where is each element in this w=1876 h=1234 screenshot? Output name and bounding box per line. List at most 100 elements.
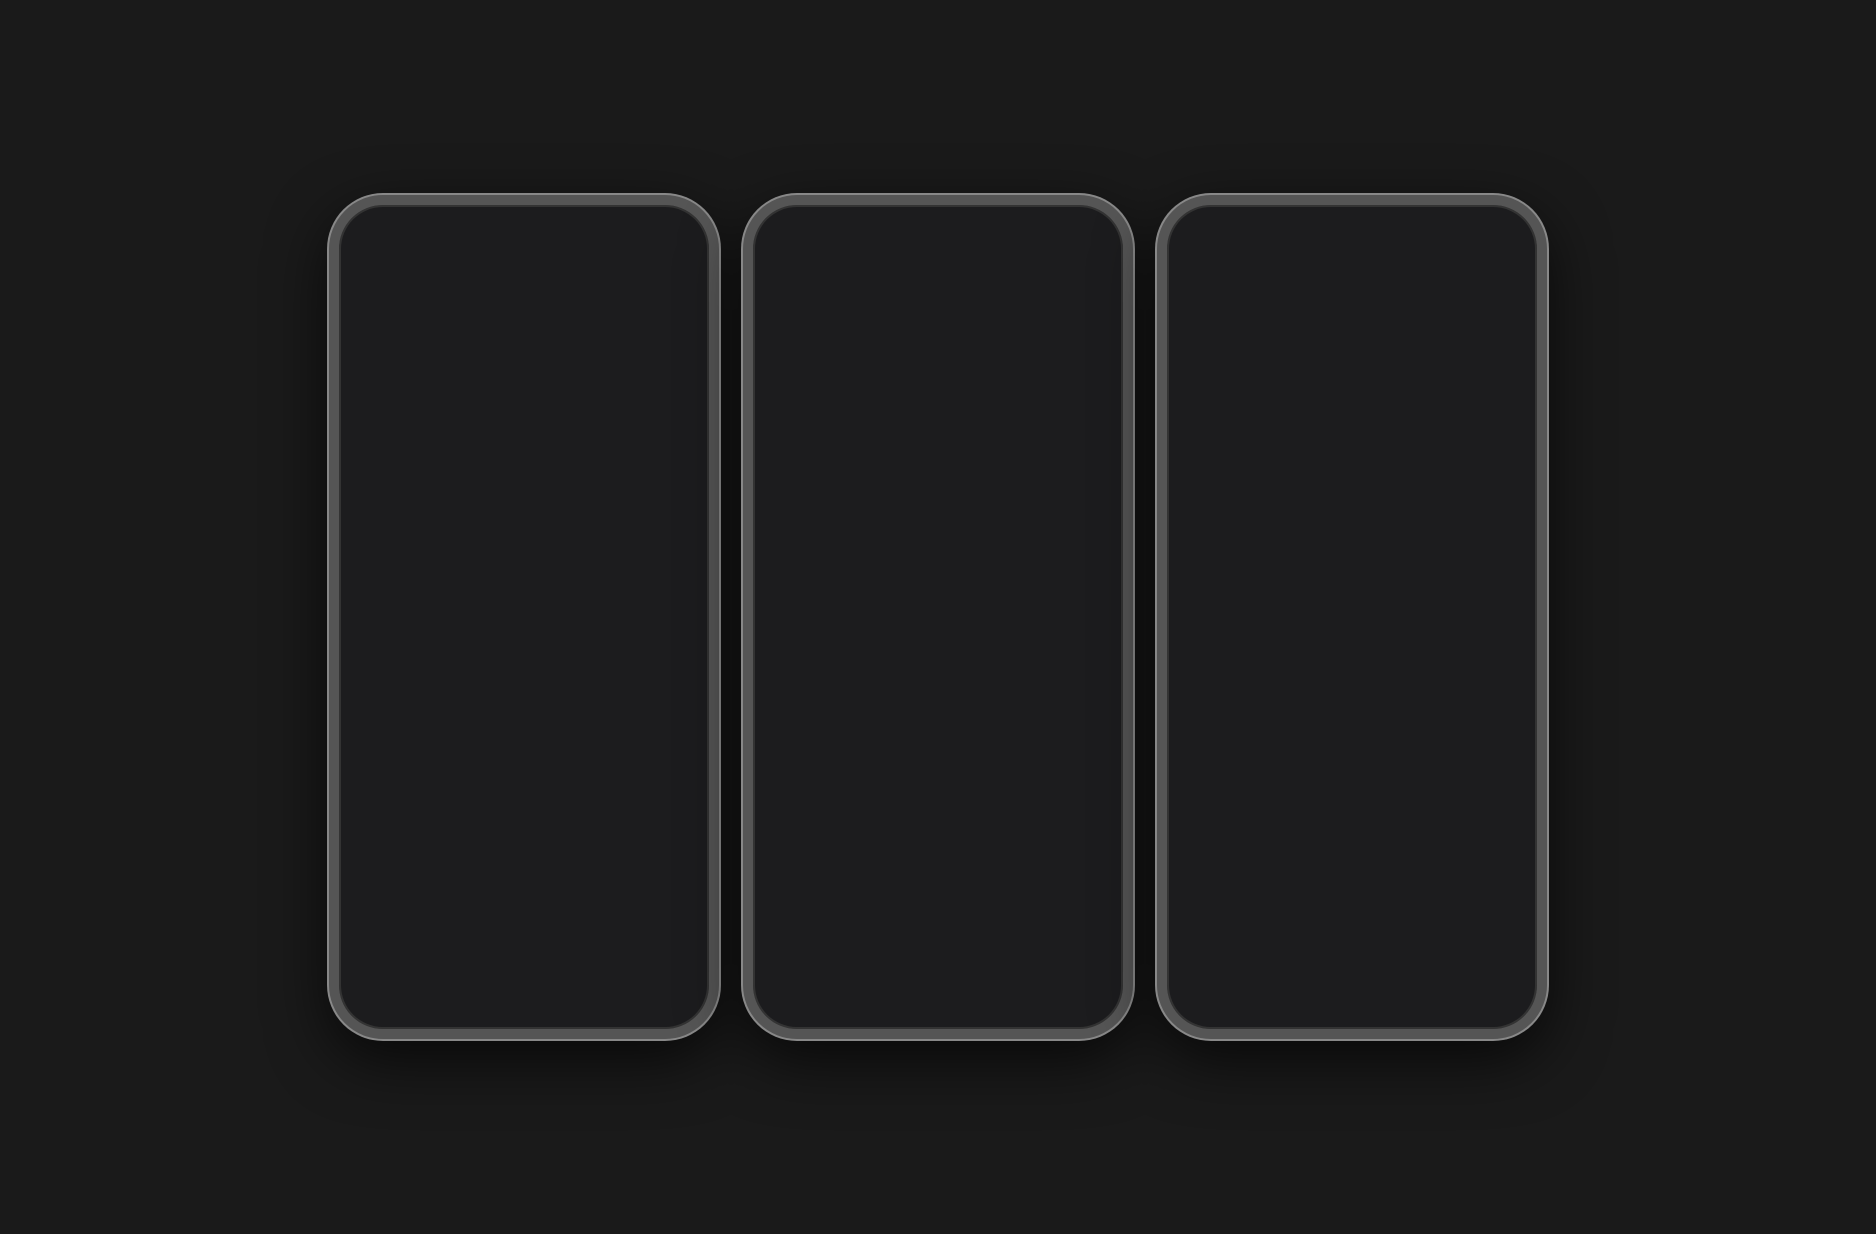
app-icon-youtube-2 — [862, 483, 926, 547]
music-widget[interactable]: 🎨 The New Abnormal The Strokes ♪ 🎤 ESSEN… — [769, 260, 1107, 424]
dot-inactive-1 — [528, 922, 535, 929]
app-icon-slack-1: # — [536, 483, 600, 547]
cal-app-date-2: 22 — [996, 790, 1029, 823]
weather-desc: Expect rain inthe next hour — [592, 301, 677, 333]
wifi-icon-2: WiFi — [1054, 227, 1079, 241]
app-item-camera-1[interactable]: 📷 Camera — [613, 475, 702, 571]
app-item-calendar-1[interactable]: Monday 22 Calendar — [436, 763, 525, 859]
phone-2-screen: 7:37 WiFi 🔋 🎨 The New Abnormal The Strok… — [753, 205, 1123, 1029]
app-item-photos-2[interactable]: Photos — [938, 571, 1027, 667]
app-item-translate-2[interactable]: 🌐 Translate — [938, 475, 1027, 571]
app-item-slack-1[interactable]: # Slack — [524, 475, 613, 571]
cal-app-date-3: 22 — [1468, 854, 1501, 887]
app-item-reminders-2[interactable]: Reminders — [1027, 667, 1116, 763]
reminder-dot-3 — [631, 618, 639, 626]
app-item-youtube-2[interactable]: YouTube — [850, 475, 939, 571]
app-item-translate-1[interactable]: 🌐 Translate — [347, 571, 436, 667]
app-item-music-widget-1[interactable]: 🎨 The New Abnormal The Strokes ♪ Music — [524, 667, 701, 763]
weather-widget[interactable]: ➤ 80° ☁️ Expect rain inthe next hour Int… — [355, 260, 693, 413]
app-item-photos-3[interactable]: Photos — [1352, 735, 1441, 831]
top-row-3: 📱 iPhone — [1183, 260, 1521, 438]
dock-mail-3[interactable]: ✉️ — [1280, 943, 1344, 1007]
app-icon-translate-3: 🌐 — [1382, 357, 1438, 413]
home-house-icon: 🏠 — [460, 688, 500, 726]
app-icon-slack-3: # — [1187, 743, 1251, 807]
dock-safari-2[interactable]: 🧭 — [946, 943, 1010, 1007]
app-icon-youtube-3 — [1456, 268, 1512, 324]
batteries-widget[interactable]: 📱 iPhone — [1183, 260, 1365, 438]
app-item-calendar-3[interactable]: Monday 22 Calendar — [1441, 831, 1530, 927]
battery-item-iphone: 📱 iPhone — [1197, 274, 1270, 345]
cal-app-month: Monday — [463, 775, 496, 786]
cal-day-1: 1 — [1375, 537, 1395, 557]
duo-art-inner: 👥 — [1005, 342, 1073, 410]
notch-1 — [449, 205, 599, 235]
app-item-maps-1[interactable]: 280 Maps — [347, 475, 436, 571]
app-item-translate-3[interactable]: 🌐 Translate — [1373, 349, 1447, 438]
page-dots-1 — [339, 922, 709, 929]
app-item-camera-2[interactable]: 📷 Camera — [850, 571, 939, 667]
dock-messages-1[interactable]: 💬 — [373, 943, 437, 1007]
app-icon-maps-3 — [1382, 268, 1438, 324]
app-item-settings-2[interactable]: ⚙️ Settings — [1027, 475, 1116, 571]
safari-compass-icon: 🧭 — [544, 956, 584, 994]
location-icon: ▲ — [623, 227, 635, 241]
app-item-notes-3[interactable]: Notes — [1175, 831, 1264, 927]
app-item-home-3[interactable]: 🏠 Home — [1441, 735, 1530, 831]
dock-messages-2[interactable]: 💬 — [787, 943, 851, 1007]
app-label-youtube-1: YouTube — [458, 551, 501, 563]
dock-phone-3[interactable]: 📞 — [1439, 943, 1503, 1007]
app-item-settings-3[interactable]: ⚙️ Settings — [1447, 349, 1521, 438]
music-widget-top: 🎨 The New Abnormal The Strokes ♪ — [783, 274, 1093, 330]
dock-phone-1[interactable]: 📞 — [611, 943, 675, 1007]
notch-3 — [1277, 205, 1427, 235]
app-item-reminders-1[interactable]: Reminders — [613, 571, 702, 667]
app-label-calendar-2: Calendar — [991, 843, 1036, 855]
app-item-youtube-3[interactable]: YouTube — [1447, 260, 1521, 349]
app-label-youtube-3: YouTube — [1462, 328, 1505, 340]
reminder-line-1-2 — [1056, 700, 1097, 703]
slack-icon-2: # — [795, 590, 816, 633]
app-item-slack-3[interactable]: # Slack — [1175, 735, 1264, 831]
battery-icon: 🔋 — [670, 227, 685, 241]
phone-1-screen: 7:23 ▲ WiFi 🔋 ➤ 80° — [339, 205, 709, 1029]
app-item-camera-3[interactable]: 📷 Camera — [1264, 735, 1353, 831]
cal-day-27: 27 — [1485, 603, 1505, 623]
app-item-slack-2[interactable]: # Slack — [761, 571, 850, 667]
dock-safari-1[interactable]: 🧭 — [532, 943, 596, 1007]
app-item-home-2[interactable]: 🏠 Home — [1027, 571, 1116, 667]
calendar-widget[interactable]: WWDC No more events today JUNE S M T W — [1183, 495, 1521, 673]
app-label-calendar-3: Calendar — [1462, 907, 1507, 919]
calendar-widget-label: Calendar — [1183, 677, 1521, 692]
app-label-maps-3: Maps — [1397, 328, 1424, 340]
cloud-icon: ☁️ — [592, 276, 677, 301]
app-item-maps-3[interactable]: Maps — [1373, 260, 1447, 349]
app-label-settings-2: Settings — [1051, 551, 1091, 563]
app-item-clock-2[interactable]: Clock — [905, 767, 977, 863]
dock-phone-2[interactable]: 📞 — [1025, 943, 1089, 1007]
notes-line-2 — [545, 605, 592, 609]
dock-mail-1[interactable]: ✉️ — [452, 943, 516, 1007]
dock-safari-3[interactable]: 🧭 — [1360, 943, 1424, 1007]
app-item-clock-1[interactable]: 12 3 9 Clock — [347, 763, 436, 859]
dock-messages-3[interactable]: 💬 — [1201, 943, 1265, 1007]
cal-day-18: 18 — [1441, 581, 1461, 601]
app-item-home-1[interactable]: 🏠 Home — [436, 667, 525, 763]
app-item-reminders-3[interactable]: Reminders — [1264, 831, 1353, 927]
dock-mail-2[interactable]: ✉️ — [866, 943, 930, 1007]
app-item-photos-1[interactable]: Photos — [347, 667, 436, 763]
status-icons-2: WiFi 🔋 — [1054, 227, 1099, 241]
app-item-notes-2[interactable]: Notes — [938, 667, 1027, 763]
app-icon-translate-1: 🌐 — [359, 579, 423, 643]
app-item-calendar-2[interactable]: Monday 22 Calendar — [977, 767, 1049, 863]
reminder-line-1 — [642, 599, 683, 602]
app-item-maps-2[interactable]: 280 Maps — [761, 475, 850, 571]
app-item-settings-1[interactable]: ⚙️ Settings — [436, 571, 525, 667]
app-item-clock-3[interactable]: Clock — [1352, 831, 1441, 927]
app-item-youtube-1[interactable]: YouTube — [436, 475, 525, 571]
app-icon-settings-3: ⚙️ — [1456, 357, 1512, 413]
app-icon-calendar-1: Monday 22 — [448, 771, 512, 835]
app-icon-camera-2: 📷 — [862, 579, 926, 643]
cal-day-9: 9 — [1397, 559, 1417, 579]
app-item-notes-1[interactable]: Notes — [524, 571, 613, 667]
